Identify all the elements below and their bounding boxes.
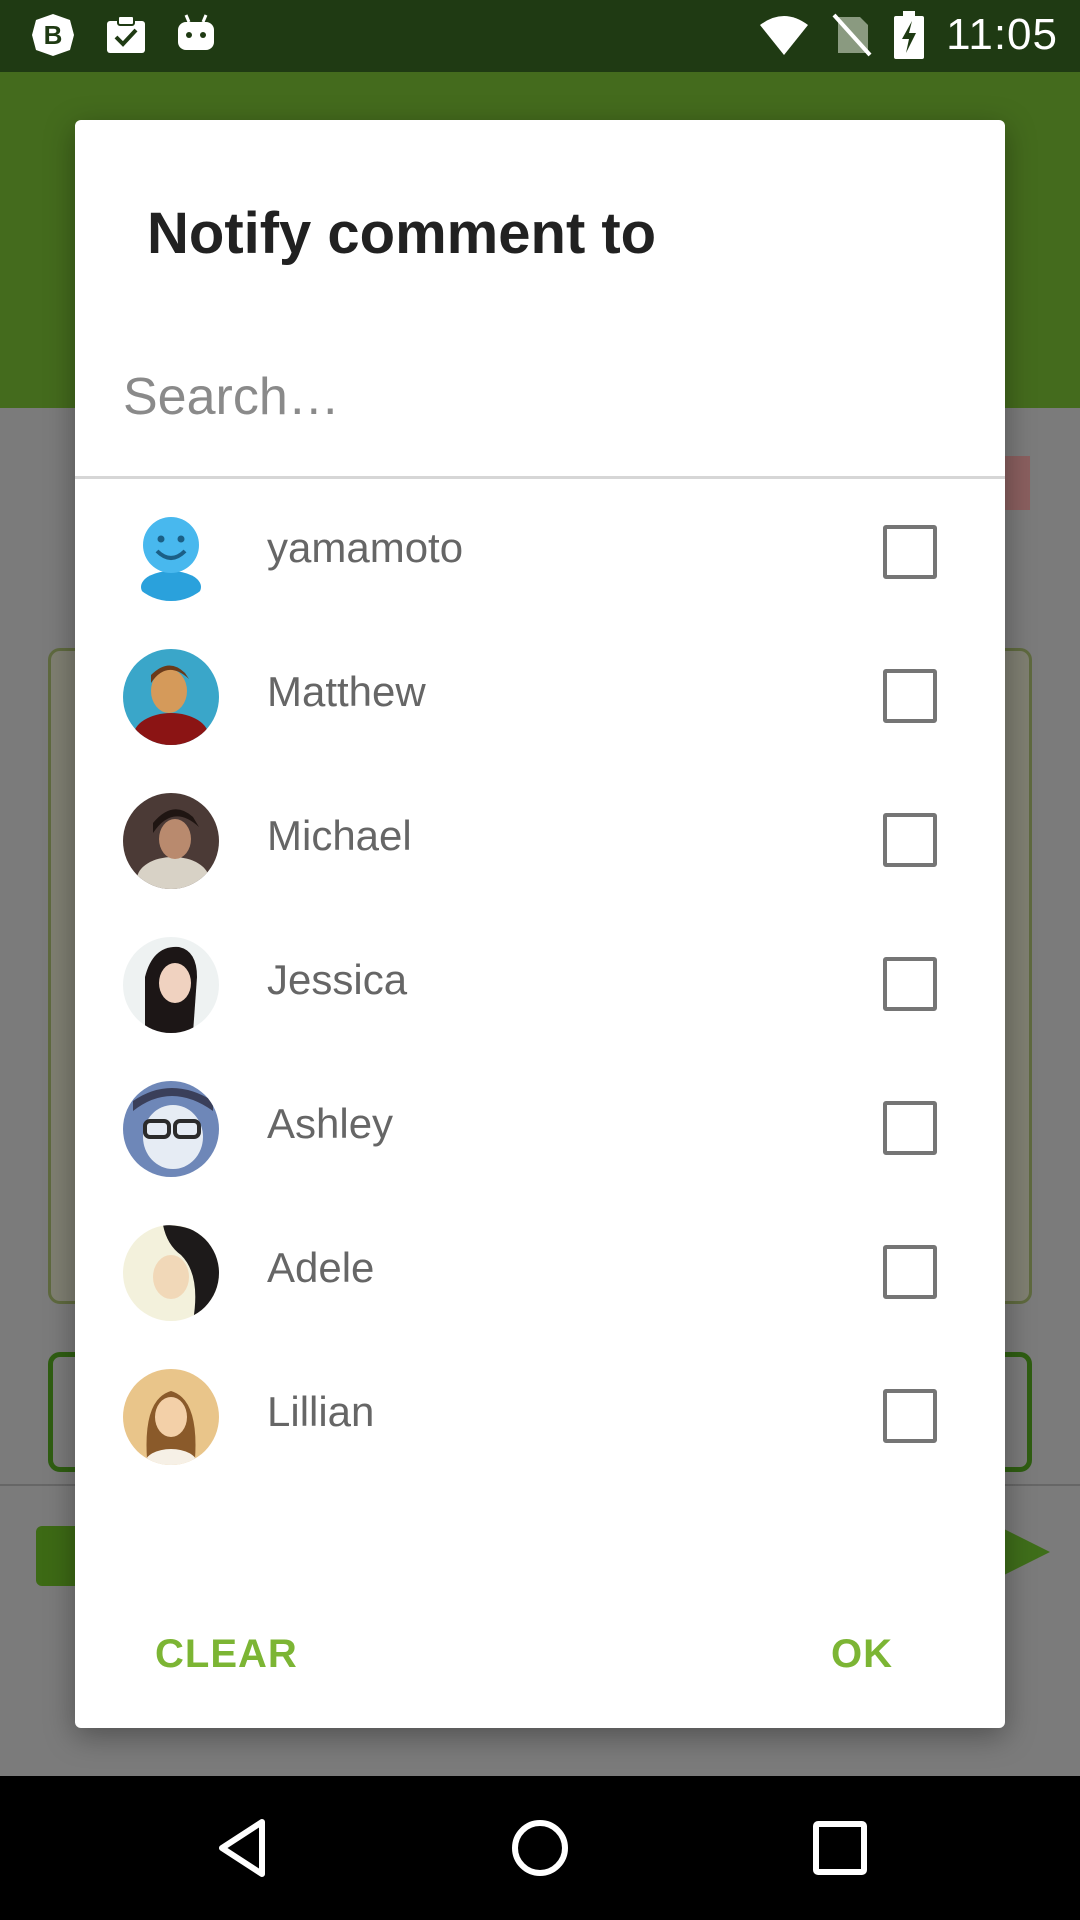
user-checkbox[interactable] (883, 525, 937, 579)
home-icon[interactable] (504, 1812, 576, 1884)
user-checkbox[interactable] (883, 1101, 937, 1155)
android-icon (178, 14, 214, 50)
photo-avatar (123, 1369, 219, 1465)
photo-avatar (123, 1081, 219, 1177)
wifi-icon (760, 16, 809, 55)
user-name: Adele (267, 1244, 375, 1291)
status-bar: B 11:05 (0, 0, 1080, 72)
list-item[interactable]: Ashley (75, 1056, 1005, 1200)
search-divider (75, 476, 1005, 479)
photo-avatar (123, 937, 219, 1033)
background-send-icon (998, 1526, 1050, 1578)
beta-app-icon: B (32, 14, 74, 56)
list-item[interactable]: Michael (75, 768, 1005, 912)
photo-avatar (123, 649, 219, 745)
user-name: Lillian (267, 1388, 375, 1435)
recents-icon[interactable] (804, 1812, 876, 1884)
clipboard-check-icon (107, 15, 145, 53)
list-item[interactable]: Jessica (75, 912, 1005, 1056)
user-checkbox[interactable] (883, 957, 937, 1011)
notify-dialog: Notify comment to yamamoto (75, 120, 1005, 1728)
svg-text:B: B (44, 20, 63, 50)
no-sim-icon (832, 13, 872, 57)
status-icons-left: B (30, 12, 216, 58)
user-name: Michael (267, 812, 412, 859)
list-item[interactable]: Matthew (75, 624, 1005, 768)
back-icon[interactable] (206, 1812, 278, 1884)
smiley-avatar (123, 505, 219, 601)
dialog-title: Notify comment to (147, 201, 657, 266)
photo-avatar (123, 793, 219, 889)
navigation-bar (0, 1776, 1080, 1920)
list-item[interactable]: yamamoto (75, 480, 1005, 624)
status-icons-right: 11:05 (758, 10, 1058, 60)
photo-avatar (123, 1225, 219, 1321)
user-list: yamamoto Matthew Michael Jessica Ashley … (75, 480, 1005, 1488)
clear-button[interactable]: CLEAR (155, 1632, 298, 1677)
list-item[interactable]: Lillian (75, 1344, 1005, 1488)
search-input[interactable] (123, 352, 957, 442)
list-item[interactable]: Adele (75, 1200, 1005, 1344)
status-time: 11:05 (946, 10, 1058, 59)
user-name: yamamoto (267, 524, 464, 571)
user-checkbox[interactable] (883, 813, 937, 867)
user-name: Jessica (267, 956, 408, 1003)
ok-button[interactable]: OK (831, 1632, 893, 1677)
user-name: Ashley (267, 1100, 394, 1147)
user-checkbox[interactable] (883, 669, 937, 723)
battery-charging-icon (894, 11, 925, 59)
user-name: Matthew (267, 668, 426, 715)
user-checkbox[interactable] (883, 1245, 937, 1299)
user-checkbox[interactable] (883, 1389, 937, 1443)
